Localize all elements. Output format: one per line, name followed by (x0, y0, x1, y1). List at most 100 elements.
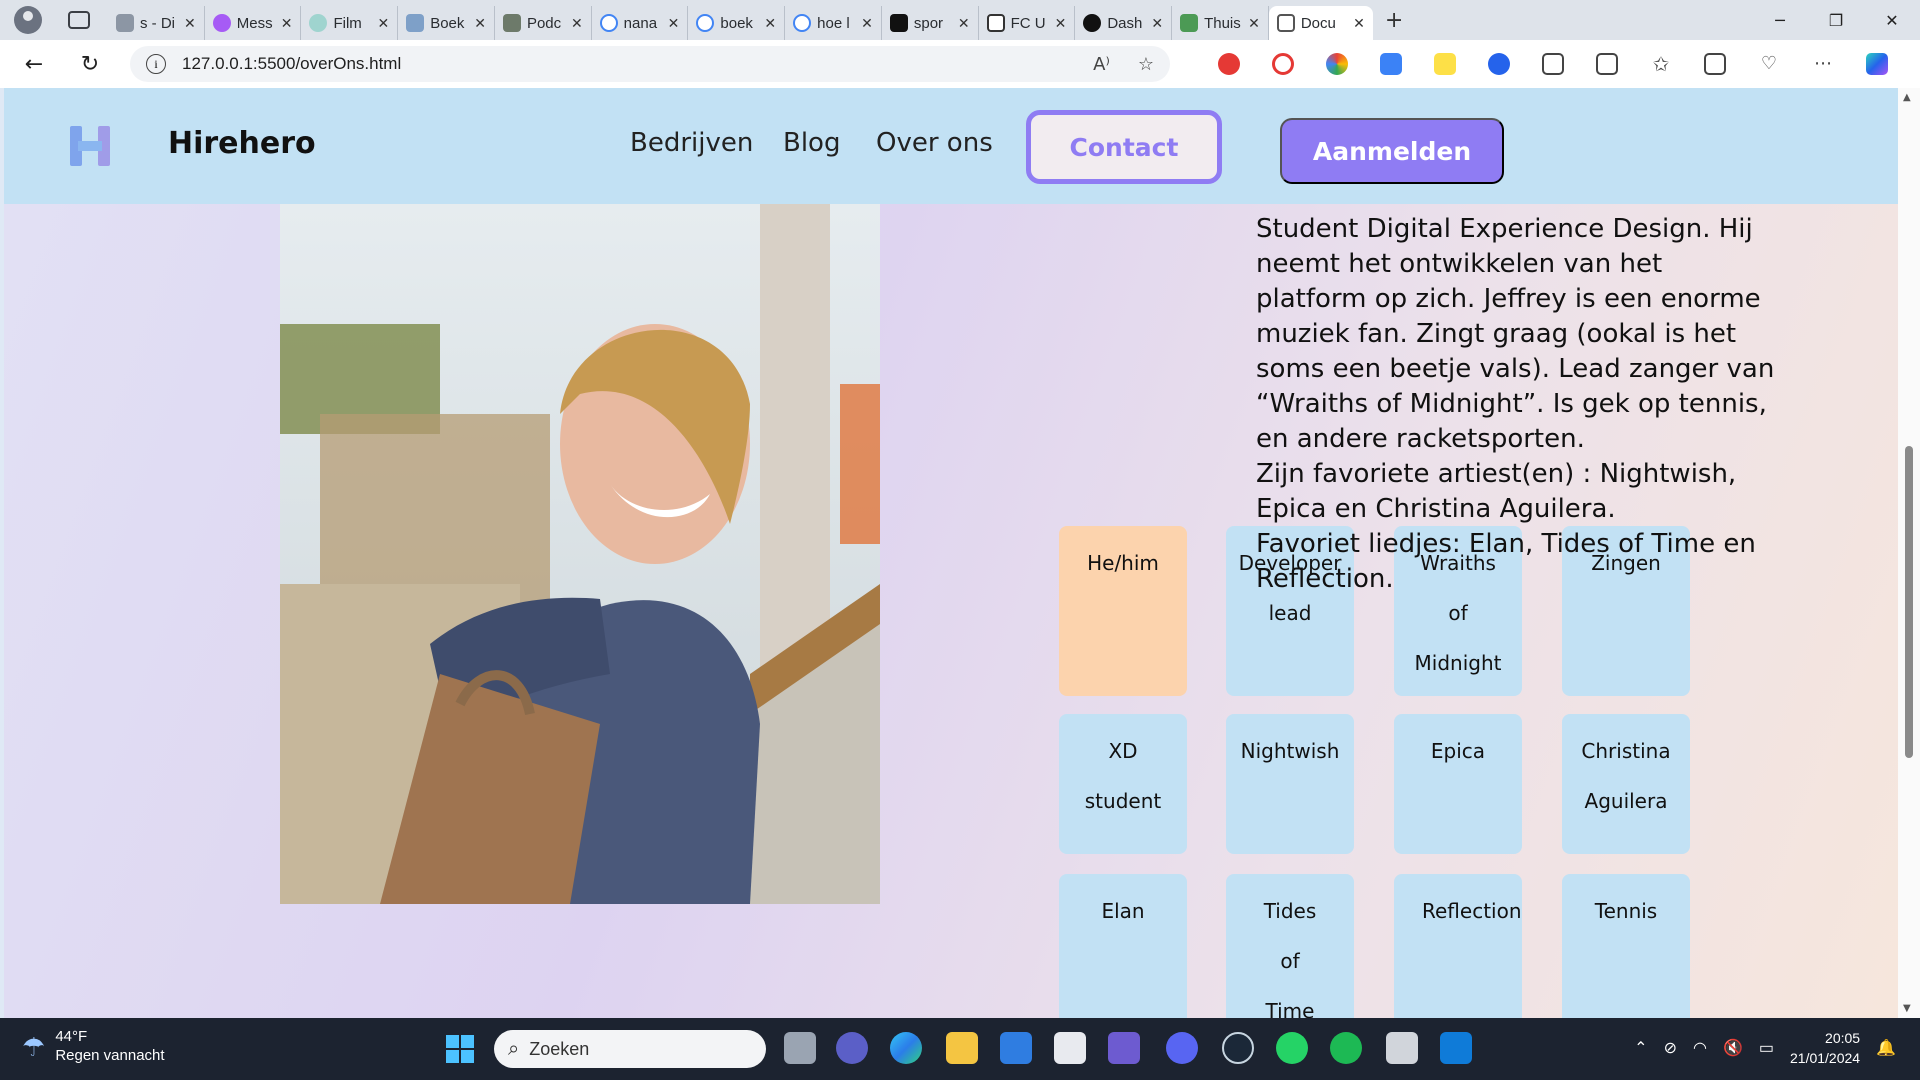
browser-tab[interactable]: Boek ✕ (398, 6, 495, 40)
nav-link-blog[interactable]: Blog (783, 128, 840, 158)
contact-button[interactable]: Contact (1026, 110, 1222, 184)
tab-title: Boek (430, 14, 465, 32)
weather-widget[interactable]: ☂ 44°F Regen vannacht (22, 1028, 165, 1066)
tab-title: boek (720, 14, 753, 32)
close-tab-icon[interactable]: ✕ (184, 15, 196, 32)
teams-chat-icon[interactable] (836, 1032, 868, 1064)
battery-icon[interactable]: ▭ (1759, 1038, 1774, 1058)
file-explorer-icon[interactable] (946, 1032, 978, 1064)
taskbar-search-placeholder: Zoeken (529, 1038, 590, 1059)
system-tray: ⌃ ⊘ ◠ 🔇 ▭ 20:05 21/01/2024 🔔 (1634, 1028, 1896, 1068)
close-tab-icon[interactable]: ✕ (668, 15, 680, 32)
snipping-tool-icon[interactable] (1386, 1032, 1418, 1064)
profile-photo (280, 204, 880, 904)
close-tab-icon[interactable]: ✕ (1151, 15, 1163, 32)
browser-tab[interactable]: hoe l ✕ (785, 6, 882, 40)
close-tab-icon[interactable]: ✕ (861, 15, 873, 32)
document-icon (1276, 14, 1295, 32)
browser-tab[interactable]: Film ✕ (301, 6, 399, 40)
media-player-icon[interactable] (1108, 1032, 1140, 1064)
speaker-muted-icon[interactable]: 🔇 (1723, 1038, 1743, 1058)
close-window-icon[interactable]: ✕ (1864, 0, 1920, 40)
profile-icon[interactable] (14, 6, 42, 34)
whatsapp-icon[interactable] (1276, 1032, 1308, 1064)
microsoft-store-icon[interactable] (1054, 1032, 1086, 1064)
tab-title: nana (623, 14, 658, 32)
close-tab-icon[interactable]: ✕ (1055, 15, 1067, 32)
browser-tab[interactable]: boek ✕ (688, 6, 786, 40)
spotify-icon[interactable] (1330, 1032, 1362, 1064)
task-view-icon[interactable] (784, 1032, 816, 1064)
brand-name[interactable]: Hirehero (168, 126, 316, 161)
close-tab-icon[interactable]: ✕ (1353, 15, 1365, 32)
close-tab-icon[interactable]: ✕ (1248, 15, 1260, 32)
browser-tab[interactable]: FC U ✕ (979, 6, 1076, 40)
browser-tab[interactable]: s - Di ✕ (108, 6, 205, 40)
collections-icon[interactable] (1704, 53, 1726, 75)
browser-essentials-icon[interactable]: ♡ (1758, 53, 1780, 75)
scrollbar-thumb[interactable] (1905, 446, 1913, 758)
new-tab-icon[interactable]: + (1385, 8, 1403, 33)
back-icon[interactable]: ← (14, 44, 54, 84)
edge-icon[interactable] (890, 1032, 922, 1064)
tab-list: s - Di ✕ Mess ✕ Film ✕ Boek ✕ Podc ✕ nana ✕ bo… (108, 0, 1403, 40)
close-tab-icon[interactable]: ✕ (571, 15, 583, 32)
minimize-icon[interactable]: ─ (1752, 0, 1808, 40)
network-off-icon[interactable]: ⊘ (1664, 1038, 1677, 1058)
extensions-bar: ✩ ♡ ⋯ (1218, 40, 1888, 88)
read-aloud-icon[interactable]: A⁾ (1093, 54, 1110, 75)
favorites-icon[interactable]: ✩ (1650, 53, 1672, 75)
tab-actions-icon[interactable] (68, 11, 90, 29)
adblock-icon[interactable] (1218, 53, 1240, 75)
extensions-puzzle-icon[interactable] (1542, 53, 1564, 75)
nav-link-over-ons[interactable]: Over ons (876, 128, 993, 158)
color-picker-icon[interactable] (1326, 53, 1348, 75)
nav-link-bedrijven[interactable]: Bedrijven (630, 128, 753, 158)
scroll-down-icon[interactable]: ▼ (1903, 1003, 1911, 1014)
weather-temperature: 44°F (55, 1028, 88, 1045)
mail-icon[interactable] (1000, 1032, 1032, 1064)
close-tab-icon[interactable]: ✕ (377, 15, 389, 32)
restore-icon[interactable]: ❐ (1808, 0, 1864, 40)
browser-tab[interactable]: Thuis ✕ (1172, 6, 1269, 40)
browser-tab[interactable]: nana ✕ (592, 6, 689, 40)
close-tab-icon[interactable]: ✕ (764, 15, 776, 32)
umbrella-rain-icon: ☂ (22, 1031, 46, 1062)
browser-tab[interactable]: Podc ✕ (495, 6, 592, 40)
font-extension-icon[interactable] (1380, 53, 1402, 75)
tag-tile: Epica (1394, 714, 1522, 854)
favorite-star-icon[interactable]: ☆ (1138, 54, 1154, 75)
start-windows-icon[interactable] (446, 1035, 474, 1063)
browser-tab[interactable]: Mess ✕ (205, 6, 302, 40)
chevron-up-icon[interactable]: ⌃ (1634, 1038, 1647, 1058)
hirehero-logo-icon[interactable] (70, 126, 110, 166)
signup-button[interactable]: Aanmelden (1280, 118, 1504, 184)
close-tab-icon[interactable]: ✕ (958, 15, 970, 32)
page-scrollbar[interactable]: ▲ ▼ (1898, 88, 1920, 1018)
taskbar-search[interactable]: ⌕ Zoeken (494, 1030, 766, 1068)
vscode-icon[interactable] (1440, 1032, 1472, 1064)
notification-bell-icon[interactable]: 🔔 (1876, 1038, 1896, 1058)
clock[interactable]: 20:05 21/01/2024 (1790, 1028, 1860, 1068)
url-text[interactable]: 127.0.0.1:5500/overOns.html (182, 54, 401, 74)
close-tab-icon[interactable]: ✕ (281, 15, 293, 32)
record-icon[interactable] (1272, 53, 1294, 75)
discord-icon[interactable] (1166, 1032, 1198, 1064)
dictionary-icon[interactable] (1434, 53, 1456, 75)
page-viewport: Hirehero Bedrijven Blog Over ons Contact… (4, 88, 1898, 1018)
wifi-icon[interactable]: ◠ (1693, 1038, 1707, 1058)
translator-icon[interactable] (1488, 53, 1510, 75)
copilot-icon[interactable] (1866, 53, 1888, 75)
address-bar[interactable]: i 127.0.0.1:5500/overOns.html A⁾ ☆ (130, 46, 1170, 82)
tab-title: hoe l (817, 14, 850, 32)
close-tab-icon[interactable]: ✕ (474, 15, 486, 32)
reload-icon[interactable]: ↻ (70, 44, 110, 84)
split-screen-icon[interactable] (1596, 53, 1618, 75)
site-info-icon[interactable]: i (146, 54, 166, 74)
browser-tab[interactable]: Dash ✕ (1075, 6, 1173, 40)
scroll-up-icon[interactable]: ▲ (1903, 92, 1911, 103)
more-menu-icon[interactable]: ⋯ (1812, 53, 1834, 75)
steam-icon[interactable] (1222, 1032, 1254, 1064)
browser-tab[interactable]: spor ✕ (882, 6, 979, 40)
browser-tab-active[interactable]: Docu ✕ (1268, 6, 1373, 40)
